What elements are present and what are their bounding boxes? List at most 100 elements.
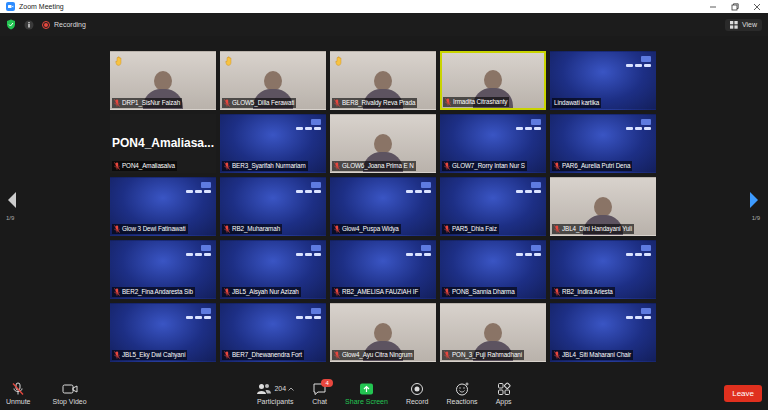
muted-mic-icon bbox=[114, 288, 120, 296]
participant-tile[interactable]: PAR5_Dhia Faiz bbox=[440, 177, 546, 236]
muted-mic-icon bbox=[224, 288, 230, 296]
participant-tile[interactable]: PON4_Amaliasa... PON4_Amaliasalva bbox=[110, 114, 216, 173]
participant-tile[interactable]: Glow4_Ayu Citra Ningrum bbox=[330, 303, 436, 362]
leave-button[interactable]: Leave bbox=[724, 385, 762, 402]
participant-tile[interactable]: BER8_Rivaldy Reva Prada bbox=[330, 51, 436, 110]
virtual-background bbox=[406, 245, 431, 256]
participant-tile[interactable]: JBL5_Eky Dwi Cahyani bbox=[110, 303, 216, 362]
virtual-background bbox=[186, 245, 211, 256]
page-indicator: 1/9 bbox=[752, 215, 760, 221]
participants-button[interactable]: 204 Participants bbox=[256, 382, 294, 405]
muted-mic-icon bbox=[114, 351, 120, 359]
participant-name-label: Glow4_Puspa Widya bbox=[332, 224, 401, 234]
participant-tile[interactable]: Glow 3 Dewi Fatinawati bbox=[110, 177, 216, 236]
muted-mic-icon bbox=[334, 351, 340, 359]
muted-mic-icon bbox=[554, 288, 560, 296]
view-label: View bbox=[742, 21, 757, 28]
video-button[interactable]: Stop Video bbox=[53, 382, 87, 405]
virtual-background bbox=[296, 182, 321, 193]
share-button[interactable]: Share Screen bbox=[345, 382, 388, 405]
meeting-info-icon[interactable] bbox=[24, 20, 34, 30]
participant-tile[interactable]: Lindawati kartika bbox=[550, 51, 656, 110]
virtual-background bbox=[516, 182, 541, 193]
raised-hand-icon bbox=[115, 56, 124, 66]
muted-mic-icon bbox=[554, 162, 560, 170]
page-indicator: 1/9 bbox=[6, 215, 14, 221]
gallery-area: 1/9 DRP1_SisNur Faizah GLOW5_Dilla Feraw… bbox=[0, 36, 768, 376]
participant-name-label: PON8_Sannia Dharma bbox=[442, 287, 517, 297]
chevron-right-icon[interactable] bbox=[748, 191, 760, 209]
participant-tile[interactable]: Glow4_Puspa Widya bbox=[330, 177, 436, 236]
participant-name-label: PON4_Amaliasalva bbox=[112, 161, 177, 171]
muted-mic-icon bbox=[334, 162, 340, 170]
virtual-background bbox=[626, 119, 651, 130]
virtual-background bbox=[516, 245, 541, 256]
participant-tile[interactable]: JBL4_Dini Handayani Yuli bbox=[550, 177, 656, 236]
participant-tile[interactable]: BER3_Syarifah Nurmariam bbox=[220, 114, 326, 173]
participant-tile[interactable]: RB2_Muharamah bbox=[220, 177, 326, 236]
participant-name-label: BER8_Rivaldy Reva Prada bbox=[332, 98, 417, 108]
next-page[interactable]: 1/9 bbox=[656, 191, 766, 221]
participant-tile[interactable]: JBL4_Siti Maharani Chair bbox=[550, 303, 656, 362]
record-icon bbox=[410, 382, 424, 396]
participant-name-label: Glow4_Ayu Citra Ningrum bbox=[332, 350, 414, 360]
participant-name-label: Irmadita Citrashanty bbox=[443, 97, 509, 107]
participant-tile[interactable]: BER7_Dhewanendra Fort bbox=[220, 303, 326, 362]
recording-indicator[interactable]: Recording bbox=[42, 21, 86, 29]
zoom-logo-icon bbox=[6, 2, 15, 11]
participant-name-label: RB2_Muharamah bbox=[222, 224, 282, 234]
participant-tile[interactable]: RB2_AMELISA FAUZIAH IF bbox=[330, 240, 436, 299]
participant-name-label: RB2_AMELISA FAUZIAH IF bbox=[332, 287, 420, 297]
participant-name-label: BER2_Fina Andaresta Sib bbox=[112, 287, 195, 297]
virtual-background bbox=[186, 308, 211, 319]
chevron-left-icon[interactable] bbox=[6, 191, 18, 209]
view-button[interactable]: View bbox=[725, 19, 762, 31]
minimize-icon[interactable] bbox=[708, 2, 718, 12]
restore-icon[interactable] bbox=[730, 2, 740, 12]
previous-page[interactable]: 1/9 bbox=[0, 191, 110, 221]
muted-mic-icon bbox=[334, 99, 340, 107]
participant-tile[interactable]: GLOW6_Joana Prima E N bbox=[330, 114, 436, 173]
participant-name-label: JBL4_Siti Maharani Chair bbox=[552, 350, 633, 360]
close-icon[interactable] bbox=[752, 2, 762, 12]
shield-icon[interactable] bbox=[6, 19, 16, 30]
chat-badge: 4 bbox=[321, 379, 333, 387]
participant-name-label: Lindawati kartika bbox=[552, 98, 601, 108]
muted-mic-icon bbox=[554, 351, 560, 359]
reactions-button[interactable]: Reactions bbox=[446, 382, 477, 405]
participant-tile[interactable]: PON8_Sannia Dharma bbox=[440, 240, 546, 299]
video-grid: DRP1_SisNur Faizah GLOW5_Dilla Ferawati … bbox=[110, 51, 656, 362]
virtual-background bbox=[296, 245, 321, 256]
participant-name-label: PAR6_Aurelia Putri Dena bbox=[552, 161, 632, 171]
window-title: Zoom Meeting bbox=[19, 3, 64, 10]
chat-button[interactable]: 4 Chat bbox=[312, 382, 327, 405]
muted-mic-icon bbox=[224, 225, 230, 233]
unmute-button[interactable]: Unmute bbox=[6, 382, 31, 405]
participant-tile[interactable]: BER2_Fina Andaresta Sib bbox=[110, 240, 216, 299]
apps-button[interactable]: Apps bbox=[496, 382, 512, 405]
participant-name-label: GLOW7_Rorry Intan Nur S bbox=[442, 161, 527, 171]
muted-mic-icon bbox=[444, 225, 450, 233]
caret-up-icon[interactable] bbox=[288, 387, 294, 391]
zoom-window: Zoom Meeting Recording View 1/9 DRP1_Sis… bbox=[0, 0, 768, 410]
participant-tile[interactable]: Irmadita Citrashanty bbox=[440, 51, 546, 110]
participant-tile[interactable]: PON_3_Puji Rahmadhani bbox=[440, 303, 546, 362]
meeting-top-bar: Recording View bbox=[0, 13, 768, 36]
record-button[interactable]: Record bbox=[406, 382, 429, 405]
participant-tile[interactable]: GLOW5_Dilla Ferawati bbox=[220, 51, 326, 110]
muted-mic-icon bbox=[334, 225, 340, 233]
apps-icon bbox=[497, 382, 511, 396]
virtual-background bbox=[626, 56, 651, 67]
participant-tile[interactable]: GLOW7_Rorry Intan Nur S bbox=[440, 114, 546, 173]
share-screen-icon bbox=[359, 382, 374, 396]
raised-hand-icon bbox=[335, 56, 344, 66]
participant-tile[interactable]: PAR6_Aurelia Putri Dena bbox=[550, 114, 656, 173]
participant-name-label: GLOW6_Joana Prima E N bbox=[332, 161, 416, 171]
participant-name-label: JBL5_Eky Dwi Cahyani bbox=[112, 350, 187, 360]
mic-off-icon bbox=[11, 382, 25, 396]
virtual-background bbox=[296, 119, 321, 130]
participant-tile[interactable]: JBL5_Aisyah Nur Azizah bbox=[220, 240, 326, 299]
participant-tile[interactable]: RB2_Indira Ariesta bbox=[550, 240, 656, 299]
muted-mic-icon bbox=[224, 351, 230, 359]
participant-tile[interactable]: DRP1_SisNur Faizah bbox=[110, 51, 216, 110]
